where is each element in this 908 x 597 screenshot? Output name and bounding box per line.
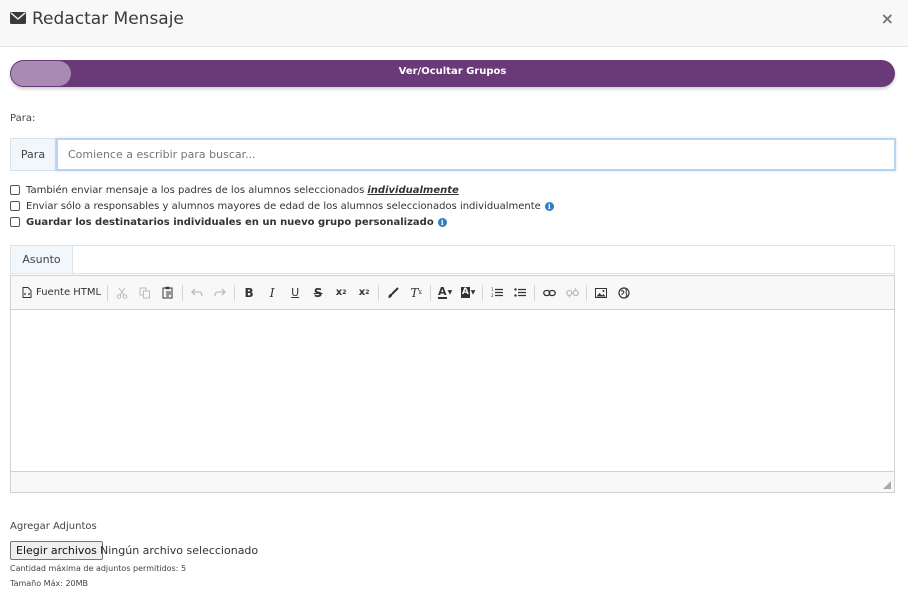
- toolbar-separator: [586, 284, 588, 301]
- link-icon[interactable]: [539, 283, 559, 303]
- max-attachments-note: Cantidad máxima de adjuntos permitidos: …: [10, 564, 187, 573]
- option-save-group[interactable]: Guardar los destinatarios individuales e…: [10, 214, 554, 230]
- subject-group: Asunto: [10, 245, 895, 274]
- para-addon: Para: [10, 138, 56, 171]
- underline-icon[interactable]: U: [285, 283, 305, 303]
- toolbar-separator: [234, 284, 236, 301]
- choose-files-button[interactable]: Elegir archivos: [10, 541, 103, 560]
- option-label: También enviar mensaje a los padres de l…: [26, 184, 365, 196]
- option-label: Guardar los destinatarios individuales e…: [26, 216, 434, 228]
- editor-toolbar: Fuente HTML B I U S x2 x2 Tx A ▼ A ▼ 12: [11, 276, 894, 310]
- modal-title: Redactar Mensaje: [10, 9, 184, 29]
- recipient-search-group: Para: [10, 138, 896, 171]
- subject-addon: Asunto: [11, 246, 73, 273]
- rich-text-editor: Fuente HTML B I U S x2 x2 Tx A ▼ A ▼ 12: [10, 275, 895, 493]
- copy-icon[interactable]: [135, 283, 155, 303]
- text-color-icon[interactable]: A ▼: [435, 283, 455, 303]
- modal-header: Redactar Mensaje ×: [0, 0, 908, 47]
- attachments-title: Agregar Adjuntos: [10, 521, 97, 532]
- svg-text:2: 2: [491, 293, 494, 298]
- bg-color-icon[interactable]: A ▼: [458, 283, 478, 303]
- numbered-list-icon[interactable]: 12: [487, 283, 507, 303]
- close-icon[interactable]: ×: [881, 9, 894, 28]
- toolbar-separator: [107, 284, 109, 301]
- option-notify-parents[interactable]: También enviar mensaje a los padres de l…: [10, 182, 554, 198]
- toolbar-separator: [378, 284, 380, 301]
- source-html-label: Fuente HTML: [36, 287, 102, 298]
- svg-text:1: 1: [491, 287, 494, 292]
- modal-title-text: Redactar Mensaje: [32, 9, 184, 29]
- paste-icon[interactable]: [158, 283, 178, 303]
- source-icon: [22, 287, 32, 298]
- resize-handle-icon[interactable]: [883, 481, 891, 489]
- envelope-icon: [10, 9, 26, 29]
- undo-icon[interactable]: [187, 283, 207, 303]
- bold-icon[interactable]: B: [239, 283, 259, 303]
- toolbar-separator: [182, 284, 184, 301]
- checkbox[interactable]: [10, 201, 20, 211]
- format-brush-icon[interactable]: [383, 283, 403, 303]
- max-size-note: Tamaño Máx: 20MB: [10, 579, 89, 588]
- option-emphasis: individualmente: [367, 184, 459, 196]
- globe-icon[interactable]: [614, 283, 634, 303]
- toolbar-separator: [430, 284, 432, 301]
- para-section-label: Para:: [10, 113, 36, 124]
- italic-icon[interactable]: I: [262, 283, 282, 303]
- toolbar-separator: [534, 284, 536, 301]
- info-icon[interactable]: i: [544, 201, 554, 211]
- unlink-icon[interactable]: [562, 283, 582, 303]
- clear-format-icon[interactable]: Tx: [406, 283, 426, 303]
- editor-status-bar: [11, 471, 894, 492]
- recipient-search-input[interactable]: [56, 138, 896, 171]
- subscript-icon[interactable]: x2: [331, 283, 351, 303]
- superscript-icon[interactable]: x2: [354, 283, 374, 303]
- strike-icon[interactable]: S: [308, 283, 328, 303]
- checkbox[interactable]: [10, 217, 20, 227]
- options-list: También enviar mensaje a los padres de l…: [10, 182, 554, 230]
- subject-input[interactable]: [73, 246, 894, 273]
- bullet-list-icon[interactable]: [510, 283, 530, 303]
- no-file-label: Ningún archivo seleccionado: [100, 544, 259, 557]
- source-html-button[interactable]: Fuente HTML: [20, 283, 103, 303]
- option-label: Enviar sólo a responsables y alumnos may…: [26, 200, 541, 212]
- toggle-groups-label: Ver/Ocultar Grupos: [398, 66, 507, 77]
- cut-icon[interactable]: [112, 283, 132, 303]
- editor-content-area[interactable]: [11, 310, 894, 471]
- checkbox[interactable]: [10, 185, 20, 195]
- toggle-groups-button[interactable]: Ver/Ocultar Grupos: [10, 60, 895, 87]
- toolbar-separator: [482, 284, 484, 301]
- redo-icon[interactable]: [210, 283, 230, 303]
- option-adults-only[interactable]: Enviar sólo a responsables y alumnos may…: [10, 198, 554, 214]
- image-icon[interactable]: [591, 283, 611, 303]
- info-icon[interactable]: i: [437, 217, 447, 227]
